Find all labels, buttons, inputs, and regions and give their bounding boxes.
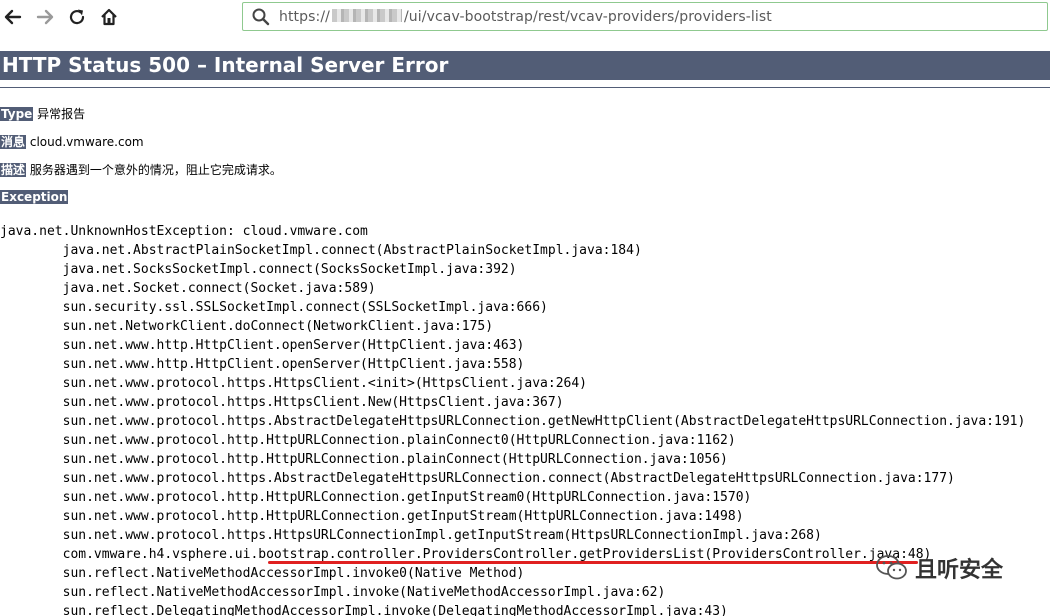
- reload-icon: [69, 9, 85, 25]
- exception-row: Exception: [0, 189, 69, 205]
- browser-toolbar: https:// /ui/vcav-bootstrap/rest/vcav-pro…: [0, 0, 1050, 36]
- address-bar[interactable]: https:// /ui/vcav-bootstrap/rest/vcav-pro…: [242, 2, 1048, 31]
- wechat-icon: [876, 555, 907, 580]
- stack-trace-line: java.net.Socket.connect(Socket.java:589): [0, 281, 376, 296]
- stack-trace-line: sun.security.ssl.SSLSocketImpl.connect(S…: [0, 300, 548, 315]
- stack-trace-line: sun.net.www.protocol.https.HttpsURLConne…: [0, 528, 822, 543]
- description-value: 服务器遇到一个意外的情况，阻止它完成请求。: [29, 163, 282, 177]
- watermark: 且听安全: [875, 552, 1003, 584]
- arrow-left-icon: [4, 9, 22, 25]
- url-host-redacted: [331, 8, 402, 22]
- stack-trace-line: sun.net.www.protocol.http.HttpURLConnect…: [0, 433, 736, 448]
- highlight-underline: [268, 561, 918, 564]
- stack-trace-line: sun.net.www.protocol.https.AbstractDeleg…: [0, 414, 1026, 429]
- exception-label: Exception: [0, 190, 69, 204]
- stack-trace-line: sun.net.www.protocol.https.HttpsClient.<…: [0, 376, 587, 391]
- description-row: 描述 服务器遇到一个意外的情况，阻止它完成请求。: [0, 162, 282, 178]
- stack-trace-line: sun.net.www.protocol.http.HttpURLConnect…: [0, 490, 752, 505]
- url-path: /ui/vcav-bootstrap/rest/vcav-providers/p…: [403, 8, 772, 25]
- message-label: 消息: [0, 135, 27, 149]
- stack-trace-line: sun.net.www.protocol.http.HttpURLConnect…: [0, 452, 728, 467]
- stack-trace-line: sun.net.www.protocol.https.HttpsClient.N…: [0, 395, 564, 410]
- stack-trace-line: sun.net.www.http.HttpClient.openServer(H…: [0, 338, 525, 353]
- forward-button[interactable]: [32, 5, 58, 29]
- description-label: 描述: [0, 163, 27, 177]
- stack-trace-line: sun.reflect.NativeMethodAccessorImpl.inv…: [0, 566, 525, 581]
- stack-trace-line: sun.net.NetworkClient.doConnect(NetworkC…: [0, 319, 494, 334]
- page-title: HTTP Status 500 – Internal Server Error: [0, 51, 1050, 80]
- stack-trace-line: java.net.UnknownHostException: cloud.vmw…: [0, 224, 368, 239]
- stack-trace-line: sun.reflect.NativeMethodAccessorImpl.inv…: [0, 585, 666, 600]
- stack-trace-line: sun.net.www.protocol.https.AbstractDeleg…: [0, 471, 955, 486]
- search-icon: [252, 8, 270, 25]
- home-button[interactable]: [96, 5, 122, 29]
- message-value: cloud.vmware.com: [29, 135, 144, 149]
- type-value: 异常报告: [37, 107, 86, 121]
- stack-trace-line: sun.reflect.DelegatingMethodAccessorImpl…: [0, 604, 728, 616]
- stack-trace: java.net.UnknownHostException: cloud.vmw…: [0, 222, 1025, 616]
- stack-trace-line: java.net.AbstractPlainSocketImpl.connect…: [0, 243, 642, 258]
- type-label: Type: [0, 107, 34, 121]
- url-prefix: https://: [279, 8, 330, 25]
- error-page: HTTP Status 500 – Internal Server Error …: [0, 36, 1050, 616]
- type-row: Type 异常报告: [0, 106, 85, 122]
- watermark-text: 且听安全: [915, 558, 1004, 583]
- message-row: 消息 cloud.vmware.com: [0, 134, 144, 150]
- stack-trace-line: sun.net.www.http.HttpClient.openServer(H…: [0, 357, 525, 372]
- divider: [0, 87, 1050, 88]
- arrow-right-icon: [36, 9, 54, 25]
- stack-trace-line: java.net.SocksSocketImpl.connect(SocksSo…: [0, 262, 517, 277]
- home-icon: [101, 8, 117, 26]
- url-text: https:// /ui/vcav-bootstrap/rest/vcav-pro…: [279, 8, 772, 25]
- reload-button[interactable]: [64, 5, 90, 29]
- back-button[interactable]: [0, 5, 26, 29]
- stack-trace-line: sun.net.www.protocol.http.HttpURLConnect…: [0, 509, 744, 524]
